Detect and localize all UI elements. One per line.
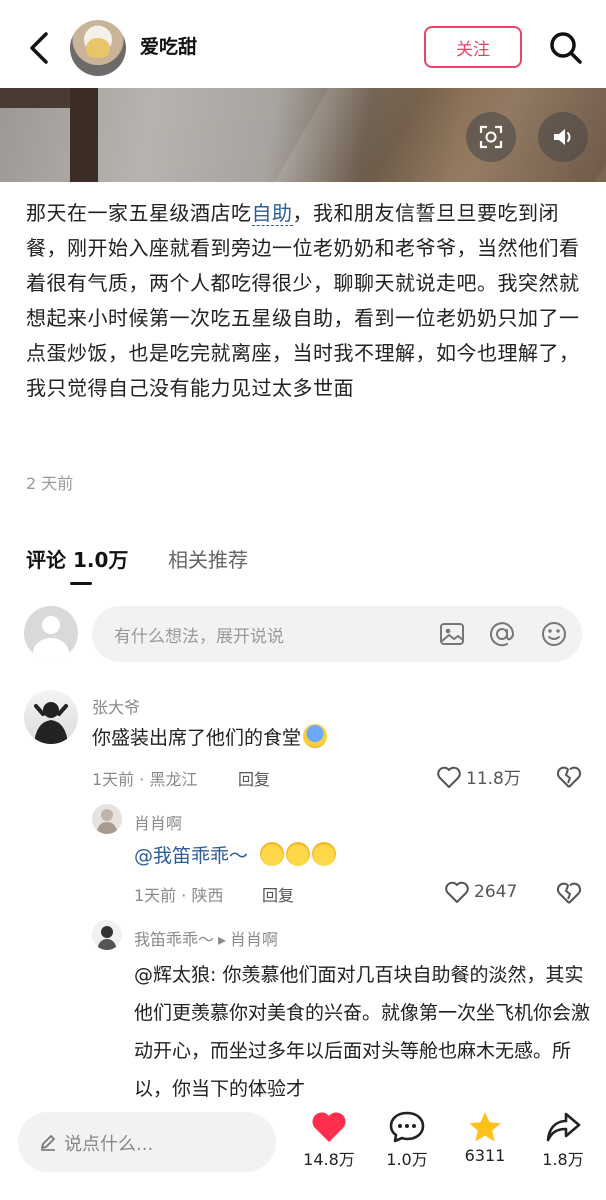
- commenter-avatar[interactable]: [92, 804, 122, 834]
- tab-related[interactable]: 相关推荐: [168, 544, 248, 573]
- share-button[interactable]: 1.8万: [528, 1110, 598, 1170]
- mention-icon[interactable]: [488, 620, 516, 648]
- reply-arrow-icon: ▸: [218, 930, 227, 949]
- mention-link[interactable]: @我笛乖乖～: [134, 845, 248, 867]
- share-count: 1.8万: [542, 1150, 584, 1169]
- post-body: 那天在一家五星级酒店吃自助，我和朋友信誓旦旦要吃到闭餐，刚开始入座就看到旁边一位…: [26, 196, 586, 406]
- follow-button[interactable]: 关注: [424, 26, 522, 68]
- tab-active-indicator: [70, 582, 92, 585]
- favorite-button[interactable]: 6311: [450, 1110, 520, 1165]
- crying-emoji-icon: [312, 842, 337, 866]
- reply-target[interactable]: 肖肖啊: [230, 930, 278, 949]
- heart-filled-icon: [312, 1112, 346, 1142]
- comment-text: @我笛乖乖～: [134, 840, 337, 873]
- author-avatar[interactable]: [70, 20, 126, 76]
- comment-button[interactable]: 1.0万: [372, 1110, 442, 1170]
- author-name[interactable]: 爱吃甜: [140, 32, 197, 59]
- image-icon[interactable]: [438, 620, 466, 648]
- comment-text: @辉太狼: 你羡慕他们面对几百块自助餐的淡然，其实他们更羡慕你对美食的兴奋。就像…: [134, 964, 591, 1100]
- comment-text: 你盛装出席了他们的食堂: [92, 722, 328, 755]
- shocked-emoji-icon: [303, 724, 328, 748]
- pencil-icon: [41, 1135, 55, 1151]
- heart-icon: [445, 881, 469, 903]
- like-button[interactable]: 14.8万: [294, 1110, 364, 1170]
- reply-button[interactable]: 回复: [262, 882, 294, 906]
- tab-comments[interactable]: 评论 1.0万: [26, 544, 128, 573]
- my-avatar: [24, 606, 78, 660]
- post-text-part: 那天在一家五星级酒店吃: [26, 201, 252, 225]
- crying-emoji-icon: [260, 842, 285, 866]
- comment-count: 1.0万: [386, 1150, 428, 1169]
- volume-icon[interactable]: [538, 112, 588, 162]
- broken-heart-icon[interactable]: [556, 880, 582, 906]
- comment-meta: 1天前 · 黑龙江: [92, 770, 198, 789]
- comment-text-content: 你盛装出席了他们的食堂: [92, 727, 302, 749]
- comment-bubble-icon: [389, 1111, 425, 1143]
- star-icon: [469, 1112, 501, 1142]
- comment-author[interactable]: 肖肖啊: [134, 810, 182, 834]
- favorite-count: 6311: [464, 1146, 506, 1165]
- commenter-avatar[interactable]: [24, 690, 78, 744]
- back-icon[interactable]: [22, 28, 58, 68]
- broken-heart-icon[interactable]: [556, 764, 582, 790]
- screenshot-scan-icon[interactable]: [466, 112, 516, 162]
- topic-link[interactable]: 自助: [251, 201, 293, 226]
- commenter-avatar[interactable]: [92, 920, 122, 950]
- comment-author-line: 我笛乖乖～ ▸ 肖肖啊: [134, 926, 278, 950]
- crying-emoji-icon: [286, 842, 311, 866]
- like-count: 11.8万: [466, 769, 521, 789]
- say-something-input[interactable]: 说点什么...: [18, 1112, 276, 1172]
- comment-author[interactable]: 张大爷: [92, 694, 140, 718]
- share-icon: [546, 1112, 581, 1142]
- top-bar: 爱吃甜 关注: [0, 0, 606, 92]
- comment-input-placeholder: 有什么想法，展开说说: [114, 627, 284, 647]
- bottom-action-bar: 说点什么... 14.8万 1.0万 6311 1.8万: [0, 1098, 606, 1200]
- post-timestamp: 2 天前: [26, 474, 74, 493]
- heart-icon: [437, 766, 461, 788]
- search-icon[interactable]: [546, 28, 586, 68]
- like-count: 14.8万: [303, 1150, 355, 1169]
- emoji-icon[interactable]: [540, 620, 568, 648]
- comment-author[interactable]: 我笛乖乖～: [134, 930, 214, 949]
- reply-button[interactable]: 回复: [238, 766, 270, 790]
- post-text-part: ，我和朋友信誓旦旦要吃到闭餐，刚开始入座就看到旁边一位老奶奶和老爷爷，当然他们看…: [26, 201, 580, 400]
- comment-input[interactable]: 有什么想法，展开说说: [92, 606, 582, 662]
- comment-like-button[interactable]: 2647: [444, 880, 517, 904]
- comment-meta: 1天前 · 陕西: [134, 886, 224, 905]
- say-placeholder: 说点什么...: [64, 1134, 154, 1155]
- comment-like-button[interactable]: 11.8万: [436, 764, 521, 789]
- like-count: 2647: [474, 882, 518, 902]
